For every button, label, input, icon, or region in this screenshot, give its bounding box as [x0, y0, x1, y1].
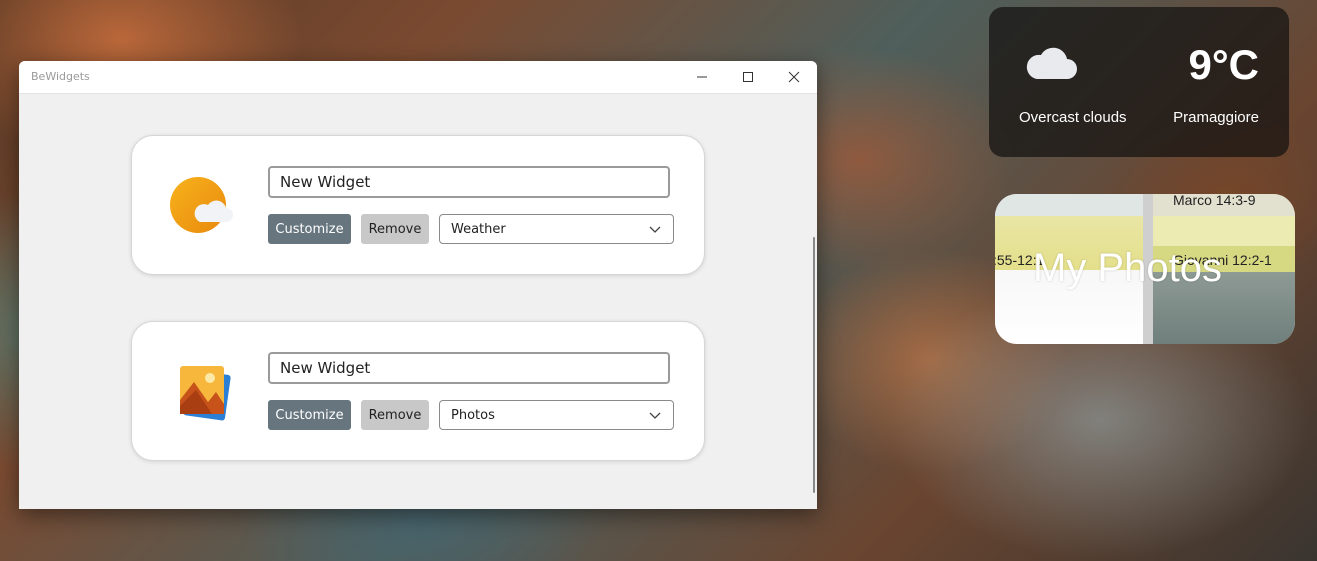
- widget-type-select[interactable]: Photos: [439, 400, 674, 430]
- chevron-down-icon: [649, 412, 661, 419]
- maximize-button[interactable]: [725, 61, 771, 93]
- photo-text-1: Marco 14:3-9: [1173, 194, 1256, 208]
- desktop-photos-widget[interactable]: Marco 14:3-9 :55-12:1 Giovanni 12:2-1 My…: [995, 194, 1295, 344]
- widget-type-value: Photos: [451, 407, 495, 423]
- vertical-scrollbar[interactable]: [813, 237, 815, 493]
- weather-app-icon: [170, 177, 233, 233]
- cloud-icon: [1026, 47, 1077, 79]
- widget-type-value: Weather: [451, 221, 506, 237]
- window-title: BeWidgets: [31, 70, 90, 83]
- chevron-down-icon: [649, 226, 661, 233]
- title-bar[interactable]: BeWidgets: [19, 61, 817, 94]
- customize-button[interactable]: Customize: [268, 214, 351, 244]
- remove-button[interactable]: Remove: [361, 400, 429, 430]
- photos-widget-title: My Photos: [1033, 246, 1222, 290]
- bewidgets-window: BeWidgets Customize Remove Weather: [19, 61, 817, 509]
- weather-condition: Overcast clouds: [1019, 109, 1127, 126]
- weather-temperature: 9°C: [1188, 41, 1260, 88]
- weather-location: Pramaggiore: [1173, 109, 1259, 126]
- remove-button[interactable]: Remove: [361, 214, 429, 244]
- minimize-icon: [697, 76, 707, 78]
- customize-button[interactable]: Customize: [268, 400, 351, 430]
- widget-name-input[interactable]: [268, 352, 670, 384]
- close-button[interactable]: [771, 61, 817, 93]
- widget-name-input[interactable]: [268, 166, 670, 198]
- photos-app-icon: [180, 366, 231, 421]
- maximize-icon: [743, 72, 753, 82]
- widget-card-photos: Customize Remove Photos: [131, 321, 705, 461]
- minimize-button[interactable]: [679, 61, 725, 93]
- close-icon: [788, 71, 800, 83]
- widget-card-weather: Customize Remove Weather: [131, 135, 705, 275]
- desktop-weather-widget[interactable]: 9°C Overcast clouds Pramaggiore: [989, 7, 1289, 157]
- widget-type-select[interactable]: Weather: [439, 214, 674, 244]
